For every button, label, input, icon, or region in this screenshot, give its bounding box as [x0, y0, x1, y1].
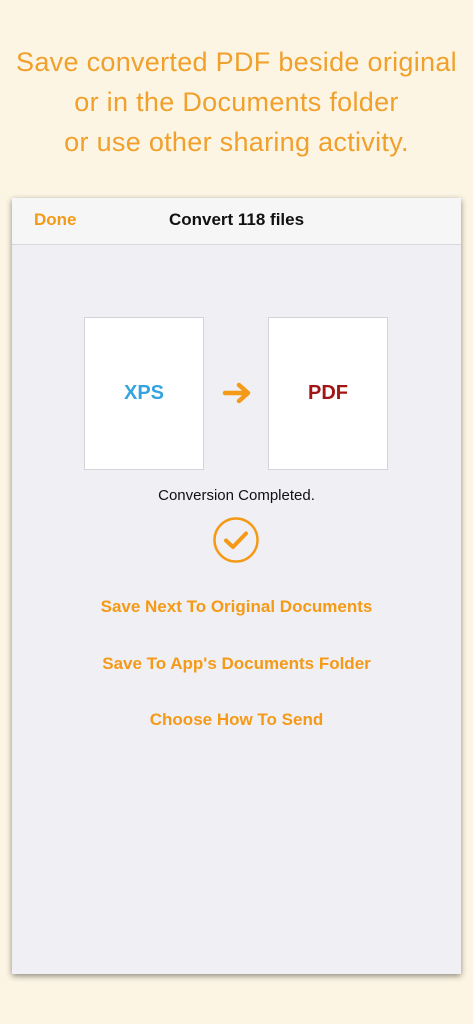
- navigation-bar: Done Convert 118 files: [12, 198, 461, 245]
- promo-caption: Save converted PDF beside original or in…: [0, 42, 473, 162]
- caption-line-3: or use other sharing activity.: [64, 127, 409, 157]
- target-document-thumbnail: PDF: [268, 317, 388, 470]
- page-title: Convert 118 files: [168, 210, 305, 229]
- caption-line-2: or in the Documents folder: [74, 87, 399, 117]
- save-next-to-original-button[interactable]: Save Next To Original Documents: [12, 597, 461, 617]
- source-document-thumbnail: XPS: [84, 317, 204, 470]
- source-format-label: XPS: [123, 382, 165, 404]
- checkmark-circle-icon: [213, 517, 259, 563]
- caption-line-1: Save converted PDF beside original: [16, 47, 457, 77]
- save-to-documents-folder-button[interactable]: Save To App's Documents Folder: [12, 654, 461, 674]
- choose-how-to-send-button[interactable]: Choose How To Send: [12, 710, 461, 730]
- conversion-status: Conversion Completed.: [158, 487, 315, 504]
- arrow-right-icon: [222, 382, 251, 404]
- app-screen: Done Convert 118 files XPS PDF Conversio…: [12, 198, 461, 974]
- target-format-label: PDF: [308, 382, 348, 404]
